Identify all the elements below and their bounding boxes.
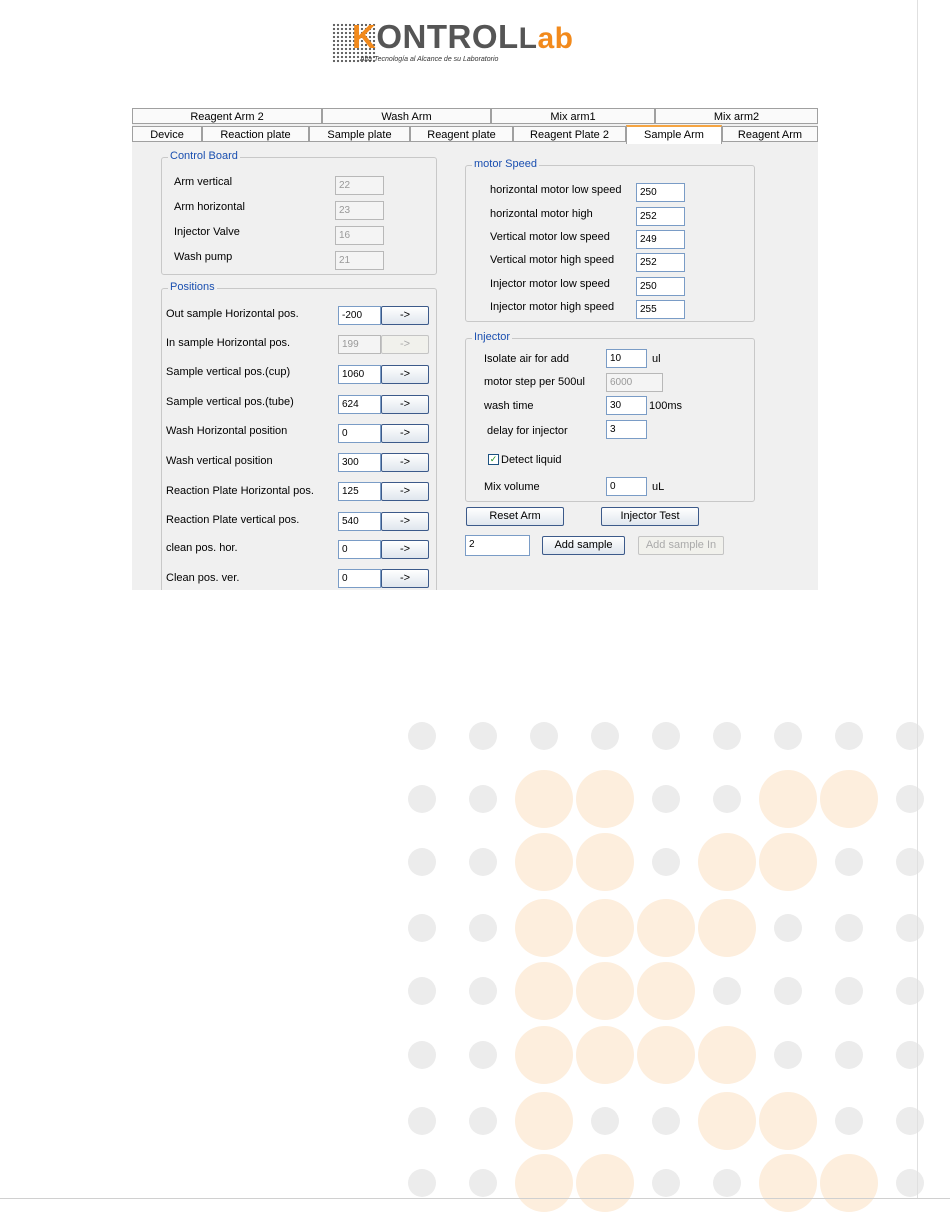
decor-dot-gray	[652, 722, 680, 750]
decor-dot-orange	[698, 899, 756, 957]
decor-dot-orange	[515, 770, 573, 828]
decor-dot-gray	[408, 914, 436, 942]
decor-dot-gray	[896, 785, 924, 813]
decor-dot-gray	[408, 1041, 436, 1069]
decor-dot-orange	[637, 899, 695, 957]
decor-dot-gray	[652, 1169, 680, 1197]
decor-dot-orange	[576, 833, 634, 891]
decor-dot-gray	[713, 977, 741, 1005]
decor-dot-gray	[469, 914, 497, 942]
decor-dot-orange	[576, 1154, 634, 1212]
decor-dot-gray	[408, 1169, 436, 1197]
decor-dot-orange	[515, 833, 573, 891]
decor-dot-orange	[515, 962, 573, 1020]
decor-dot-gray	[835, 914, 863, 942]
decor-dot-orange	[759, 1092, 817, 1150]
decor-dot-orange	[759, 1154, 817, 1212]
decor-dot-gray	[469, 785, 497, 813]
decor-dot-gray	[408, 785, 436, 813]
decor-dot-gray	[469, 848, 497, 876]
decor-dot-orange	[698, 833, 756, 891]
decor-dot-gray	[835, 1107, 863, 1135]
decor-dot-orange	[576, 899, 634, 957]
decor-dot-gray	[652, 1107, 680, 1135]
decor-dot-gray	[835, 848, 863, 876]
decor-dot-gray	[713, 1169, 741, 1197]
page-edge-line	[917, 0, 918, 1199]
decor-dot-gray	[835, 1041, 863, 1069]
decor-dot-gray	[469, 1041, 497, 1069]
decor-dot-gray	[652, 848, 680, 876]
decor-dot-gray	[408, 722, 436, 750]
decor-dot-gray	[896, 1041, 924, 1069]
decor-dot-gray	[408, 848, 436, 876]
page-bottom-line	[0, 1198, 950, 1199]
decor-dot-gray	[713, 722, 741, 750]
decor-dot-gray	[896, 1169, 924, 1197]
decor-dot-gray	[469, 1169, 497, 1197]
decor-dot-gray	[835, 722, 863, 750]
decor-dot-gray	[530, 722, 558, 750]
decor-dot-gray	[896, 722, 924, 750]
decor-dot-gray	[469, 1107, 497, 1135]
decor-dot-gray	[774, 977, 802, 1005]
decor-dot-gray	[896, 914, 924, 942]
decor-dot-orange	[759, 833, 817, 891]
dot-pattern-decoration	[0, 0, 950, 1229]
decor-dot-orange	[515, 1092, 573, 1150]
decor-dot-gray	[591, 722, 619, 750]
decor-dot-orange	[820, 770, 878, 828]
decor-dot-orange	[637, 1026, 695, 1084]
decor-dot-gray	[835, 977, 863, 1005]
decor-dot-orange	[576, 1026, 634, 1084]
decor-dot-gray	[896, 1107, 924, 1135]
decor-dot-gray	[469, 977, 497, 1005]
decor-dot-orange	[698, 1092, 756, 1150]
decor-dot-gray	[469, 722, 497, 750]
decor-dot-orange	[637, 962, 695, 1020]
decor-dot-gray	[896, 848, 924, 876]
decor-dot-gray	[408, 1107, 436, 1135]
decor-dot-gray	[591, 1107, 619, 1135]
decor-dot-gray	[896, 977, 924, 1005]
decor-dot-orange	[515, 899, 573, 957]
decor-dot-gray	[774, 1041, 802, 1069]
decor-dot-orange	[820, 1154, 878, 1212]
decor-dot-gray	[774, 914, 802, 942]
decor-dot-gray	[408, 977, 436, 1005]
decor-dot-orange	[515, 1154, 573, 1212]
decor-dot-orange	[698, 1026, 756, 1084]
decor-dot-orange	[759, 770, 817, 828]
decor-dot-orange	[576, 962, 634, 1020]
decor-dot-orange	[576, 770, 634, 828]
decor-dot-gray	[652, 785, 680, 813]
decor-dot-gray	[774, 722, 802, 750]
decor-dot-gray	[713, 785, 741, 813]
decor-dot-orange	[515, 1026, 573, 1084]
